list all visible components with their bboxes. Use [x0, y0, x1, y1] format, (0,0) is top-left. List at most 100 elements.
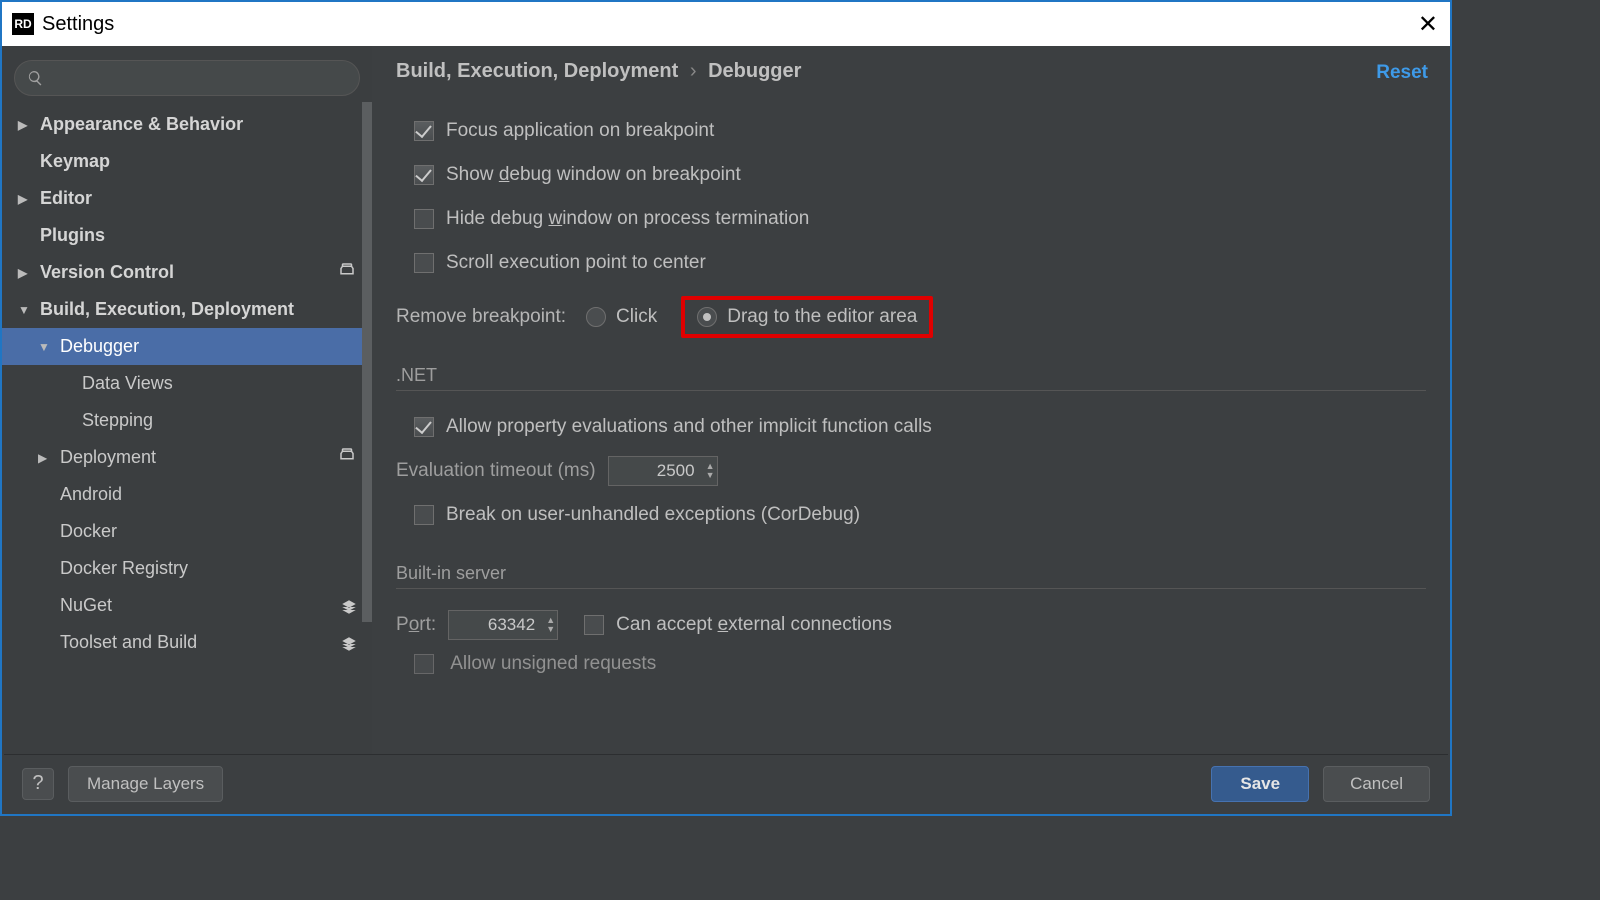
tree-item-docker-registry[interactable]: Docker Registry — [2, 550, 372, 587]
window-title: Settings — [42, 13, 114, 36]
footer: ? Manage Layers Save Cancel — [4, 754, 1448, 812]
checkbox-icon[interactable] — [414, 505, 434, 525]
highlighted-option: Drag to the editor area — [681, 296, 933, 338]
tree-item-plugins[interactable]: Plugins — [2, 217, 372, 254]
port-value: 63342 — [488, 615, 535, 635]
tree-item-deployment[interactable]: ▶ Deployment — [2, 439, 372, 476]
tree-item-nuget[interactable]: NuGet — [2, 587, 372, 624]
checkbox-icon[interactable] — [584, 615, 604, 635]
reset-link[interactable]: Reset — [1376, 62, 1428, 84]
titlebar: RD Settings ✕ — [2, 2, 1450, 46]
tree-item-label: Version Control — [40, 262, 174, 283]
tree-item-appearance-behavior[interactable]: ▶ Appearance & Behavior — [2, 106, 372, 143]
eval-timeout-input[interactable]: 2500 ▲▼ — [608, 456, 718, 486]
section-dotnet-title: .NET — [396, 365, 1426, 386]
remove-breakpoint-label: Remove breakpoint: — [396, 306, 566, 328]
help-button[interactable]: ? — [22, 768, 54, 800]
tree-item-label: Stepping — [82, 410, 153, 431]
search-input[interactable] — [50, 69, 347, 87]
tree-item-label: Build, Execution, Deployment — [40, 299, 294, 320]
content-pane: Build, Execution, Deployment › Debugger … — [372, 46, 1450, 754]
tree-item-label: Docker Registry — [60, 558, 188, 579]
section-server-title: Built-in server — [396, 563, 1426, 584]
option-label: Allow property evaluations and other imp… — [446, 416, 932, 438]
project-badge-icon — [338, 261, 356, 284]
option-label: Allow unsigned requests — [450, 653, 656, 674]
breadcrumb-current: Debugger — [708, 60, 801, 82]
breadcrumb: Build, Execution, Deployment › Debugger — [396, 60, 1426, 83]
sidebar: ▶ Appearance & Behavior Keymap ▶ Editor Plugi… — [2, 46, 372, 754]
checkbox-icon[interactable] — [414, 121, 434, 141]
eval-timeout-row: Evaluation timeout (ms) 2500 ▲▼ — [396, 449, 1426, 493]
search-icon — [27, 69, 44, 87]
checkbox-icon[interactable] — [414, 209, 434, 229]
tree-item-label: Appearance & Behavior — [40, 114, 243, 135]
tree-item-label: Keymap — [40, 151, 110, 172]
option-accept-external[interactable]: Can accept external connections — [616, 614, 892, 636]
breadcrumb-separator: › — [690, 60, 697, 82]
section-divider — [396, 588, 1426, 589]
manage-layers-button[interactable]: Manage Layers — [68, 766, 223, 802]
option-label: Focus application on breakpoint — [446, 120, 714, 142]
tree-item-label: NuGet — [60, 595, 112, 616]
radio-click[interactable] — [586, 307, 606, 327]
option-break-unhandled[interactable]: Break on user-unhandled exceptions (CorD… — [396, 493, 1426, 537]
spinner-icon[interactable]: ▲▼ — [541, 613, 555, 637]
section-divider — [396, 390, 1426, 391]
expand-arrow-icon[interactable]: ▶ — [18, 118, 32, 132]
tree-item-data-views[interactable]: Data Views — [2, 365, 372, 402]
close-icon[interactable]: ✕ — [1418, 10, 1438, 39]
settings-tree: ▶ Appearance & Behavior Keymap ▶ Editor Plugi… — [2, 106, 372, 661]
tree-item-label: Deployment — [60, 447, 156, 468]
checkbox-icon[interactable] — [414, 417, 434, 437]
option-label: Scroll execution point to center — [446, 252, 706, 274]
eval-timeout-value: 2500 — [657, 461, 695, 481]
tree-item-toolset-and-build[interactable]: Toolset and Build — [2, 624, 372, 661]
tree-item-label: Toolset and Build — [60, 632, 197, 653]
spinner-icon[interactable]: ▲▼ — [701, 459, 715, 483]
option-allow-property-eval[interactable]: Allow property evaluations and other imp… — [396, 405, 1426, 449]
tree-item-stepping[interactable]: Stepping — [2, 402, 372, 439]
sidebar-scrollbar[interactable] — [362, 102, 372, 622]
option-scroll-center[interactable]: Scroll execution point to center — [396, 241, 1426, 285]
app-icon: RD — [12, 13, 34, 35]
cancel-button[interactable]: Cancel — [1323, 766, 1430, 802]
tree-item-label: Plugins — [40, 225, 105, 246]
checkbox-icon[interactable] — [414, 165, 434, 185]
expand-arrow-icon[interactable]: ▼ — [38, 340, 52, 354]
tree-item-build-execution-deployment[interactable]: ▼ Build, Execution, Deployment — [2, 291, 372, 328]
eval-timeout-label: Evaluation timeout (ms) — [396, 460, 596, 482]
option-allow-unsigned-cut[interactable]: Allow unsigned requests — [396, 653, 1426, 675]
save-button[interactable]: Save — [1211, 766, 1309, 802]
option-hide-debug-window[interactable]: Hide debug window on process termination — [396, 197, 1426, 241]
layers-badge-icon — [340, 598, 356, 614]
radio-drag-label[interactable]: Drag to the editor area — [727, 306, 917, 328]
tree-item-version-control[interactable]: ▶ Version Control — [2, 254, 372, 291]
breadcrumb-parent[interactable]: Build, Execution, Deployment — [396, 60, 678, 82]
tree-item-android[interactable]: Android — [2, 476, 372, 513]
expand-arrow-icon[interactable]: ▶ — [18, 192, 32, 206]
project-badge-icon — [338, 446, 356, 469]
radio-drag[interactable] — [697, 307, 717, 327]
server-port-row: Port: 63342 ▲▼ Can accept external conne… — [396, 603, 1426, 647]
expand-arrow-icon[interactable]: ▼ — [18, 303, 32, 317]
tree-item-label: Debugger — [60, 336, 139, 357]
checkbox-icon[interactable] — [414, 253, 434, 273]
option-show-debug-window[interactable]: Show debug window on breakpoint — [396, 153, 1426, 197]
port-input[interactable]: 63342 ▲▼ — [448, 610, 558, 640]
tree-item-label: Data Views — [82, 373, 173, 394]
tree-item-debugger[interactable]: ▼ Debugger — [2, 328, 372, 365]
tree-item-editor[interactable]: ▶ Editor — [2, 180, 372, 217]
radio-click-label[interactable]: Click — [616, 306, 657, 328]
search-input-wrapper[interactable] — [14, 60, 360, 96]
expand-arrow-icon[interactable]: ▶ — [18, 266, 32, 280]
option-focus-application[interactable]: Focus application on breakpoint — [396, 109, 1426, 153]
checkbox-icon[interactable] — [414, 654, 434, 674]
expand-arrow-icon[interactable]: ▶ — [38, 451, 52, 465]
tree-item-label: Android — [60, 484, 122, 505]
tree-item-keymap[interactable]: Keymap — [2, 143, 372, 180]
tree-item-docker[interactable]: Docker — [2, 513, 372, 550]
port-label: Port: — [396, 614, 436, 636]
option-label: Hide debug window on process termination — [446, 208, 809, 230]
tree-item-label: Editor — [40, 188, 92, 209]
